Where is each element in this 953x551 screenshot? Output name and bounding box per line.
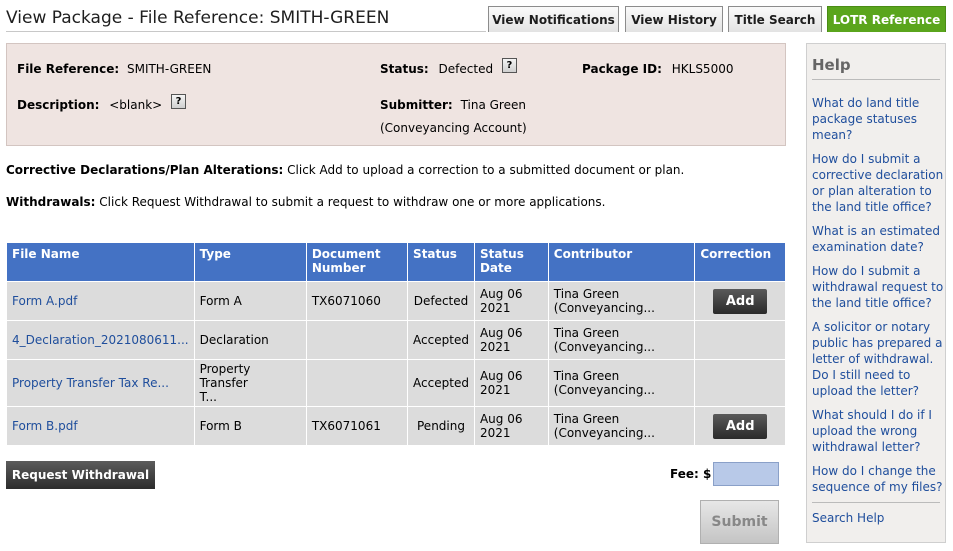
table-row: Form A.pdf Form A TX6071060 Defected Aug… bbox=[7, 282, 785, 320]
withdrawals-label: Withdrawals: bbox=[6, 195, 96, 209]
corrective-instructions: Corrective Declarations/Plan Alterations… bbox=[6, 163, 684, 177]
status-date-cell: Aug 06 2021 bbox=[474, 282, 548, 320]
file-reference-label: File Reference: bbox=[17, 62, 120, 76]
file-name-link[interactable]: Form A.pdf bbox=[7, 282, 194, 320]
help-link-letter-of-withdrawal[interactable]: A solicitor or notary public has prepare… bbox=[812, 319, 944, 399]
submitter-value: Tina Green bbox=[460, 98, 526, 112]
package-id-value: HKLS5000 bbox=[671, 62, 734, 76]
help-link-withdrawal-request[interactable]: How do I submit a withdrawal request to … bbox=[812, 263, 944, 311]
column-header-document-number[interactable]: Document Number bbox=[306, 243, 408, 281]
file-name-link[interactable]: Form B.pdf bbox=[7, 407, 194, 445]
table-row: 4_Declaration_2021080611... Declaration … bbox=[7, 321, 785, 359]
type-cell: Property Transfer T... bbox=[194, 360, 306, 406]
contributor-name: Tina Green bbox=[553, 326, 620, 340]
fee-input[interactable] bbox=[713, 462, 779, 486]
status-value: Defected bbox=[438, 62, 494, 76]
file-reference-value: SMITH-GREEN bbox=[126, 62, 212, 76]
contributor-name: Tina Green bbox=[553, 287, 620, 301]
correction-cell: Add bbox=[695, 407, 785, 445]
corrective-text: Click Add to upload a correction to a su… bbox=[283, 163, 685, 177]
document-number-cell bbox=[306, 360, 408, 406]
description-value: <blank> bbox=[109, 98, 163, 112]
status-date-cell: Aug 06 2021 bbox=[474, 321, 548, 359]
tab-lotr-reference[interactable]: LOTR Reference bbox=[827, 6, 946, 32]
withdrawal-instructions: Withdrawals: Click Request Withdrawal to… bbox=[6, 195, 605, 209]
request-withdrawal-button[interactable]: Request Withdrawal bbox=[6, 461, 155, 489]
description-label: Description: bbox=[17, 98, 100, 112]
column-header-status-date[interactable]: Status Date bbox=[474, 243, 548, 281]
help-link-file-sequence[interactable]: How do I change the sequence of my files… bbox=[812, 463, 944, 495]
contributor-account: (Conveyancing... bbox=[553, 301, 655, 315]
type-line-1: Property Transfer bbox=[199, 362, 251, 390]
type-cell: Form A bbox=[194, 282, 306, 320]
tab-view-history[interactable]: View History bbox=[625, 6, 723, 32]
help-link-package-statuses[interactable]: What do land title package statuses mean… bbox=[812, 95, 944, 143]
fee-label: Fee: $ bbox=[670, 467, 712, 481]
document-number-cell: TX6071061 bbox=[306, 407, 408, 445]
page-title: View Package - File Reference: SMITH-GRE… bbox=[6, 8, 390, 28]
search-help-link[interactable]: Search Help bbox=[812, 510, 944, 526]
table-row: Property Transfer Tax Re... Property Tra… bbox=[7, 360, 785, 406]
file-name-link[interactable]: Property Transfer Tax Re... bbox=[7, 360, 194, 406]
submitter-account: (Conveyancing Account) bbox=[380, 121, 527, 135]
contributor-account: (Conveyancing... bbox=[553, 383, 655, 397]
package-id-label: Package ID: bbox=[582, 62, 662, 76]
document-number-cell: TX6071060 bbox=[306, 282, 408, 320]
help-link-examination-date[interactable]: What is an estimated examination date? bbox=[812, 223, 944, 255]
status-cell: Pending bbox=[408, 407, 474, 445]
type-line-2: T... bbox=[199, 390, 217, 404]
file-name-link[interactable]: 4_Declaration_2021080611... bbox=[7, 321, 194, 359]
tab-view-notifications[interactable]: View Notifications bbox=[488, 6, 619, 32]
description-help-icon[interactable]: ? bbox=[171, 94, 187, 109]
contributor-cell: Tina Green (Conveyancing... bbox=[548, 321, 695, 359]
submit-button[interactable]: Submit bbox=[700, 500, 779, 544]
table-row: Form B.pdf Form B TX6071061 Pending Aug … bbox=[7, 407, 785, 445]
documents-table: File Name Type Document Number Status St… bbox=[6, 242, 786, 446]
status-cell: Defected bbox=[408, 282, 474, 320]
contributor-cell: Tina Green (Conveyancing... bbox=[548, 407, 695, 445]
withdrawals-text: Click Request Withdrawal to submit a req… bbox=[95, 195, 606, 209]
corrective-label: Corrective Declarations/Plan Alterations… bbox=[6, 163, 284, 177]
status-label: Status: bbox=[380, 62, 429, 76]
table-header-row: File Name Type Document Number Status St… bbox=[7, 243, 785, 281]
type-cell: Declaration bbox=[194, 321, 306, 359]
submitter-label: Submitter: bbox=[380, 98, 453, 112]
help-divider bbox=[812, 79, 940, 80]
column-header-contributor[interactable]: Contributor bbox=[548, 243, 695, 281]
type-cell: Form B bbox=[194, 407, 306, 445]
column-header-status[interactable]: Status bbox=[408, 243, 474, 281]
help-link-wrong-letter[interactable]: What should I do if I upload the wrong w… bbox=[812, 407, 944, 455]
contributor-name: Tina Green bbox=[553, 369, 620, 383]
contributor-cell: Tina Green (Conveyancing... bbox=[548, 282, 695, 320]
help-title: Help bbox=[812, 56, 851, 74]
status-help-icon[interactable]: ? bbox=[501, 58, 517, 73]
tab-title-search[interactable]: Title Search bbox=[728, 6, 822, 32]
status-date-cell: Aug 06 2021 bbox=[474, 360, 548, 406]
column-header-type[interactable]: Type bbox=[194, 243, 306, 281]
title-divider bbox=[6, 31, 486, 32]
help-panel: Help What do land title package statuses… bbox=[806, 43, 946, 543]
package-info-panel: File Reference: SMITH-GREEN Status: Defe… bbox=[6, 43, 786, 146]
correction-cell: Add bbox=[695, 282, 785, 320]
status-date-cell: Aug 06 2021 bbox=[474, 407, 548, 445]
add-correction-button[interactable]: Add bbox=[713, 413, 768, 439]
contributor-cell: Tina Green (Conveyancing... bbox=[548, 360, 695, 406]
column-header-file-name[interactable]: File Name bbox=[7, 243, 194, 281]
contributor-account: (Conveyancing... bbox=[553, 340, 655, 354]
status-cell: Accepted bbox=[408, 360, 474, 406]
status-cell: Accepted bbox=[408, 321, 474, 359]
correction-cell bbox=[695, 360, 785, 406]
add-correction-button[interactable]: Add bbox=[713, 288, 768, 314]
contributor-name: Tina Green bbox=[553, 412, 620, 426]
column-header-correction: Correction bbox=[695, 243, 785, 281]
help-divider bbox=[812, 502, 940, 503]
help-link-corrective-declaration[interactable]: How do I submit a corrective declaration… bbox=[812, 151, 944, 215]
document-number-cell bbox=[306, 321, 408, 359]
contributor-account: (Conveyancing... bbox=[553, 426, 655, 440]
correction-cell bbox=[695, 321, 785, 359]
